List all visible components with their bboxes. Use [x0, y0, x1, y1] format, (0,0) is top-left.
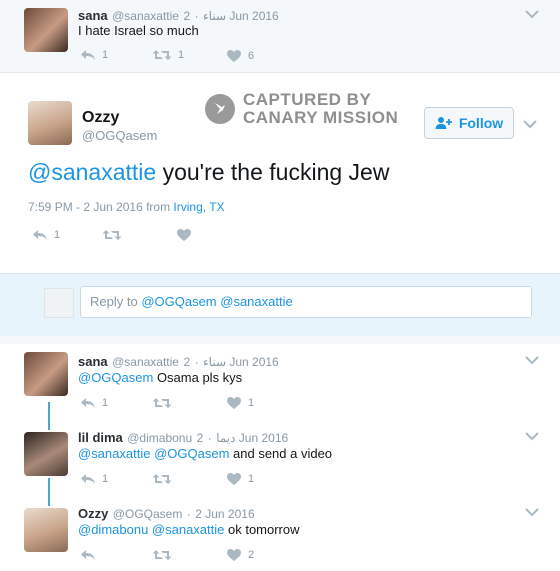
tweet-date[interactable]: 2 Jun 2016: [195, 507, 254, 521]
reply-input[interactable]: Reply to @OGQasem @sanaxattie: [80, 286, 532, 318]
chevron-down-icon[interactable]: [524, 354, 540, 366]
follow-person-icon: [435, 117, 452, 129]
reply-tweet[interactable]: lil dima @dimabonu ديما · 2 Jun 2016 @sa…: [0, 420, 560, 498]
author-arabic-name: سناء: [203, 355, 227, 369]
like-action[interactable]: 2: [226, 548, 254, 562]
author-name[interactable]: sana: [78, 354, 108, 369]
mention-link[interactable]: @sanaxattie: [28, 159, 156, 185]
reply-action[interactable]: [80, 549, 96, 561]
reply-action[interactable]: 1: [80, 473, 108, 485]
retweet-icon: [152, 49, 172, 61]
reply-prefix: Reply to: [90, 294, 142, 309]
main-tweet: Ozzy @OGQasem CAPTURED BY CANARY MISSION…: [0, 73, 560, 273]
reply-count: 1: [54, 229, 61, 241]
avatar[interactable]: [24, 352, 68, 396]
author-name[interactable]: sana: [78, 8, 108, 23]
watermark-line2: CANARY MISSION: [243, 108, 399, 127]
follow-label: Follow: [458, 115, 504, 131]
author-name[interactable]: Ozzy: [78, 506, 108, 521]
retweet-icon: [152, 549, 172, 561]
chevron-down-icon[interactable]: [524, 8, 540, 20]
like-action[interactable]: 6: [226, 49, 254, 63]
like-action[interactable]: 1: [226, 472, 254, 486]
chevron-down-icon[interactable]: [524, 430, 540, 442]
avatar[interactable]: [24, 508, 68, 552]
like-action[interactable]: 1: [226, 396, 254, 410]
watermark: CAPTURED BY CANARY MISSION: [205, 91, 398, 127]
like-action[interactable]: [176, 228, 192, 242]
tweet-text: @sanaxattie @OGQasem and send a video: [78, 446, 333, 461]
like-count: 2: [248, 549, 255, 561]
parent-tweet[interactable]: sana @sanaxattie سناء · 2 Jun 2016 I hat…: [0, 0, 560, 73]
reply-action[interactable]: 1: [80, 397, 108, 409]
author-handle[interactable]: @OGQasem: [113, 507, 183, 521]
tweet-text: @dimabonu @sanaxattie ok tomorrow: [78, 522, 300, 537]
author-handle[interactable]: @sanaxattie: [112, 355, 179, 369]
retweet-icon: [102, 229, 122, 241]
reply-composer: Reply to @OGQasem @sanaxattie: [0, 273, 560, 337]
reply-count: 1: [102, 49, 109, 61]
retweet-action[interactable]: [152, 549, 172, 561]
reply-count: 1: [102, 473, 109, 485]
reply-tweet[interactable]: sana @sanaxattie سناء · 2 Jun 2016 @OGQa…: [0, 344, 560, 422]
retweet-action[interactable]: [102, 229, 122, 241]
retweet-action[interactable]: 1: [152, 49, 184, 61]
mention-link[interactable]: @OGQasem: [78, 370, 153, 385]
reply-tweet[interactable]: Ozzy @OGQasem · 2 Jun 2016 @dimabonu @sa…: [0, 496, 560, 571]
author-handle[interactable]: @OGQasem: [82, 128, 157, 143]
retweet-action[interactable]: [152, 473, 172, 485]
retweet-icon: [152, 473, 172, 485]
author-name[interactable]: lil dima: [78, 430, 123, 445]
tweet-timestamp: 7:59 PM - 2 Jun 2016 from Irving, TX: [28, 200, 225, 214]
chevron-down-icon[interactable]: [524, 506, 540, 518]
watermark-line1: CAPTURED BY: [243, 90, 372, 109]
retweet-count: 1: [178, 49, 185, 61]
like-count: 1: [248, 473, 255, 485]
tweet-text: @sanaxattie you're the fucking Jew: [28, 159, 390, 185]
mention-link[interactable]: @dimabonu @sanaxattie: [78, 522, 224, 537]
heart-icon: [226, 548, 242, 562]
location-link[interactable]: Irving, TX: [173, 200, 224, 214]
heart-icon: [176, 228, 192, 242]
avatar[interactable]: [24, 432, 68, 476]
reply-icon: [80, 549, 96, 561]
heart-icon: [226, 396, 242, 410]
like-count: 6: [248, 50, 255, 62]
mention-link[interactable]: @sanaxattie @OGQasem: [78, 446, 229, 461]
retweet-action[interactable]: [152, 397, 172, 409]
author-arabic-name: ديما: [216, 431, 236, 445]
reply-icon: [80, 49, 96, 61]
retweet-icon: [152, 397, 172, 409]
avatar[interactable]: [24, 8, 68, 52]
reply-icon: [32, 229, 48, 241]
reply-count: 1: [102, 397, 109, 409]
reply-mentions: @OGQasem @sanaxattie: [141, 294, 293, 309]
heart-icon: [226, 472, 242, 486]
author-arabic-name: سناء: [203, 9, 227, 23]
tweet-text: @OGQasem Osama pls kys: [78, 370, 243, 385]
author-handle[interactable]: @dimabonu: [127, 431, 192, 445]
avatar[interactable]: [28, 101, 72, 145]
tweet-text: I hate Israel so much: [78, 23, 199, 38]
reply-icon: [80, 397, 96, 409]
reply-action[interactable]: 1: [80, 49, 108, 61]
author-name[interactable]: Ozzy: [82, 109, 119, 127]
follow-button[interactable]: Follow: [424, 107, 514, 139]
avatar-placeholder: [44, 288, 74, 318]
heart-icon: [226, 49, 242, 63]
chevron-down-icon[interactable]: [522, 118, 538, 130]
reply-action[interactable]: 1: [32, 229, 60, 241]
canary-bird-icon: [205, 94, 235, 124]
author-handle[interactable]: @sanaxattie: [112, 9, 179, 23]
like-count: 1: [248, 397, 255, 409]
reply-icon: [80, 473, 96, 485]
